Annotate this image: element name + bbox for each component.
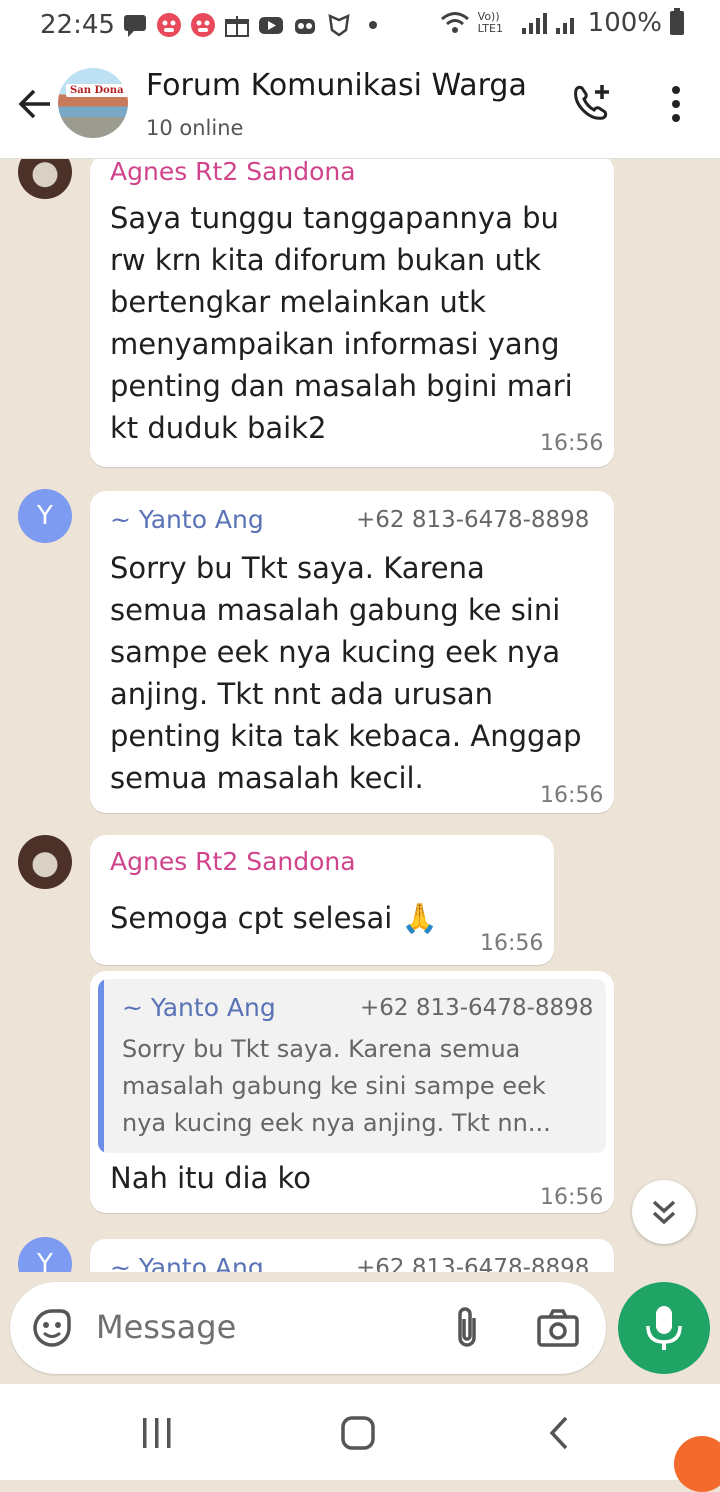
chat-title[interactable]: Forum Komunikasi Warga: [146, 68, 527, 103]
message-icon: [122, 12, 148, 38]
avatar-sign: San Dona: [66, 84, 128, 97]
attach-icon[interactable]: [450, 1306, 484, 1350]
sender-phone: +62 813-6478-8898: [356, 507, 590, 533]
camera-icon[interactable]: [536, 1308, 580, 1348]
scroll-to-bottom-button[interactable]: [632, 1180, 696, 1244]
avatar[interactable]: Y: [18, 489, 72, 543]
message-time: 16:56: [540, 431, 604, 456]
sender-name[interactable]: Agnes Rt2 Sandona: [110, 847, 356, 876]
lte-label: Vo)) LTE1: [477, 10, 503, 35]
status-right: Vo)) LTE1 100%: [440, 8, 684, 38]
system-nav-bar: [0, 1384, 720, 1480]
quote-sender: ~ Yanto Ang: [122, 993, 276, 1022]
message-time: 16:56: [540, 783, 604, 808]
shield-icon: [326, 12, 352, 38]
message-text: Saya tunggu tanggapannya bu rw krn kita …: [110, 201, 573, 445]
message-time: 16:56: [480, 931, 544, 956]
message-text: Nah itu dia ko: [110, 1161, 312, 1195]
gift-icon: [224, 12, 250, 38]
add-call-icon[interactable]: [570, 82, 614, 126]
quoted-message[interactable]: ~ Yanto Ang +62 813-6478-8898 Sorry bu T…: [98, 979, 606, 1153]
microphone-icon: [646, 1306, 682, 1350]
online-count: 10 online: [146, 116, 244, 140]
avatar[interactable]: [18, 835, 72, 889]
sender-name[interactable]: ~ Yanto Ang: [110, 505, 264, 534]
youtube-icon: [258, 12, 284, 38]
message-text: Semoga cpt selesai 🙏: [110, 901, 438, 935]
floating-app-icon[interactable]: [674, 1436, 720, 1492]
message-placeholder: Message: [96, 1308, 237, 1346]
wifi-icon: [440, 12, 469, 33]
robot-icon: [292, 12, 318, 38]
message-time: 16:56: [540, 1185, 604, 1210]
message-input[interactable]: Message: [10, 1282, 606, 1374]
app-face-icon: [156, 12, 182, 38]
avatar[interactable]: Y: [18, 1237, 72, 1272]
sender-name[interactable]: Agnes Rt2 Sandona: [110, 159, 356, 186]
message-bubble[interactable]: ~ Yanto Ang +62 813-6478-8898: [90, 1239, 614, 1272]
battery-percent: 100%: [587, 8, 662, 38]
quote-bar: [98, 979, 104, 1153]
back-arrow-icon[interactable]: [16, 86, 52, 129]
chat-header: San Dona Forum Komunikasi Warga 10 onlin…: [0, 52, 720, 159]
home-icon[interactable]: [338, 1414, 378, 1454]
recent-apps-icon[interactable]: [138, 1414, 178, 1454]
quote-phone: +62 813-6478-8898: [360, 995, 594, 1021]
chat-area[interactable]: Agnes Rt2 Sandona Saya tunggu tanggapann…: [0, 159, 720, 1272]
sender-name[interactable]: ~ Yanto Ang: [110, 1253, 264, 1272]
sender-phone: +62 813-6478-8898: [356, 1255, 590, 1272]
group-avatar[interactable]: San Dona: [58, 68, 128, 138]
message-bubble[interactable]: Agnes Rt2 Sandona Semoga cpt selesai 🙏 1…: [90, 835, 554, 965]
status-bar: 22:45 Vo)) LTE1 100%: [0, 0, 720, 52]
avatar[interactable]: [18, 159, 72, 199]
status-time: 22:45: [40, 10, 115, 40]
app-face-icon-2: [190, 12, 216, 38]
voice-record-button[interactable]: [618, 1282, 710, 1374]
message-bubble[interactable]: ~ Yanto Ang +62 813-6478-8898 Sorry bu T…: [90, 491, 614, 813]
battery-icon: [670, 8, 684, 35]
message-bubble[interactable]: Agnes Rt2 Sandona Saya tunggu tanggapann…: [90, 159, 614, 467]
dot-icon: [360, 12, 386, 38]
more-options-icon[interactable]: [664, 84, 688, 124]
signal-icon: [521, 13, 574, 34]
message-bubble[interactable]: ~ Yanto Ang +62 813-6478-8898 Sorry bu T…: [90, 971, 614, 1213]
emoji-sticker-icon[interactable]: [32, 1308, 72, 1348]
compose-bar: Message: [0, 1272, 720, 1384]
message-text: Sorry bu Tkt saya. Karena semua masalah …: [110, 551, 582, 795]
back-nav-icon[interactable]: [540, 1414, 580, 1454]
quote-text: Sorry bu Tkt saya. Karena semua masalah …: [122, 1035, 551, 1137]
notification-icons: [122, 12, 386, 38]
